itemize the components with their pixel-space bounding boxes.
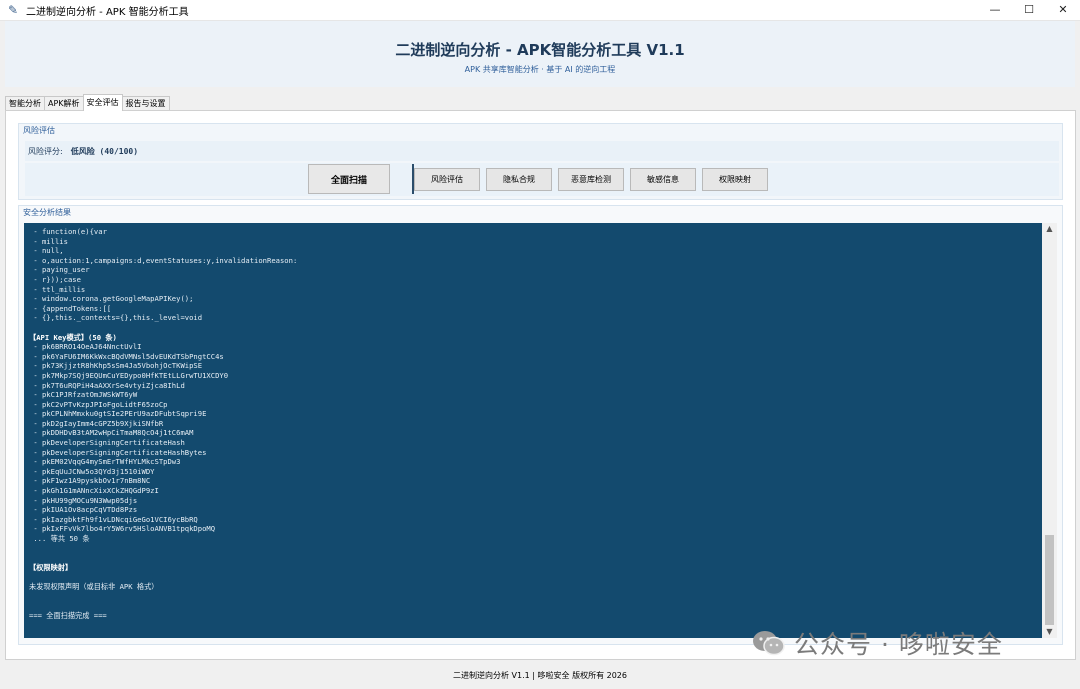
result-line: - pkDDHDvB3tAM2wHpCiTmaM8QcO4j1tC6mAM (29, 428, 194, 438)
result-line: ... 等共 50 条 (29, 534, 90, 543)
result-line: - {},this._contexts={},this._level=void (29, 313, 203, 323)
title-bar: ✎ 二进制逆向分析 - APK 智能分析工具 — ☐ ✕ (0, 0, 1080, 21)
results-textarea[interactable]: - function(e){var - millis - null, - o,a… (24, 223, 1042, 638)
result-line: - pkIUA1Ov8acpCqVTDd8Pzs (29, 505, 138, 515)
result-line: - o,auction:1,campaigns:d,eventStatuses:… (29, 255, 298, 265)
result-line: - pkHU99gMOCu9N3Wwp05djs (29, 495, 138, 505)
footer-copyright: 二进制逆向分析 V1.1 | 哆啦安全 版权所有 2026 (453, 671, 627, 680)
action-button-row: 全面扫描 风险评估 隐私合规 恶意库检测 敏感信息 权限映射 (25, 163, 1059, 196)
result-line: - function(e){var (29, 227, 107, 236)
result-line (29, 601, 297, 611)
result-line: - pkEM02VqqG4mySmErTWfHYLMkcSTpDw3 (29, 457, 181, 467)
result-line: 【API Key模式】(50 条) (29, 332, 117, 342)
result-line (29, 572, 297, 582)
risk-eval-button[interactable]: 风险评估 (414, 168, 480, 191)
window-title: 二进制逆向分析 - APK 智能分析工具 (26, 6, 189, 18)
result-line: - pkD2gIayImm4cGPZ5b9XjkiSNfbR (29, 418, 164, 428)
privacy-compliance-button[interactable]: 隐私合规 (486, 168, 552, 191)
scroll-down-icon[interactable]: ▼ (1042, 626, 1057, 638)
window-controls: — ☐ ✕ (978, 0, 1080, 20)
maximize-button[interactable]: ☐ (1012, 0, 1046, 20)
watermark-text: 公众号 · 哆啦安全 (794, 630, 1003, 659)
feather-icon: ✎ (7, 3, 19, 17)
scroll-up-icon[interactable]: ▲ (1042, 223, 1057, 235)
tab-security-eval[interactable]: 安全评估 (82, 94, 123, 111)
result-line: - pkC2vPTvKzpJPIoFgoLidtF65zoCp (29, 399, 168, 409)
result-line: 【权限映射】 (29, 562, 73, 572)
result-line: 未发现权限声明（或目标非 APK 格式） (29, 581, 159, 591)
result-line: - pkCPLNhMmxku0gtSIe2PErU9azDFubtSqpri9E (29, 409, 207, 419)
result-line: - pkIxFFvVk7lbo4rY5W6rv5HSloANVB1tpqkDpo… (29, 524, 216, 534)
result-line: - pkIazgbktFh9f1vLDNcqiGeGo1VCI6ycBbRQ (29, 514, 198, 524)
risk-group: 风险评估 风险评分: 低风险 (40/100) 全面扫描 风险评估 隐私合规 恶… (18, 123, 1063, 200)
results-group: 安全分析结果 - function(e){var - millis - null… (18, 205, 1063, 645)
result-line: - {appendTokens:[[ (29, 303, 112, 313)
result-line (29, 592, 297, 602)
results-group-title: 安全分析结果 (23, 208, 71, 217)
result-line: - pkDeveloperSigningCertificateHash (29, 438, 185, 448)
app-header: 二进制逆向分析 - APK智能分析工具 V1.1 APK 共享库智能分析 · 基… (5, 21, 1075, 87)
risk-group-title: 风险评估 (23, 126, 55, 135)
tab-smart-analysis[interactable]: 智能分析 (5, 96, 45, 111)
result-line: - pk6BRRO14OeAJ64NnctUvlI (29, 342, 142, 352)
malware-lib-detect-button[interactable]: 恶意库检测 (558, 168, 624, 191)
result-line: - paying_user (29, 265, 90, 275)
risk-score-label: 风险评分: (28, 146, 63, 156)
result-line (29, 553, 297, 563)
result-line: - pk7T6uRQPiH4aAXXrSe4vtyiZjca8IhLd (29, 380, 185, 390)
full-scan-button[interactable]: 全面扫描 (308, 164, 390, 194)
security-eval-panel: 风险评估 风险评分: 低风险 (40/100) 全面扫描 风险评估 隐私合规 恶… (5, 110, 1076, 660)
watermark: 公众号 · 哆啦安全 (752, 625, 1003, 661)
result-line: - pkDeveloperSigningCertificateHashBytes (29, 447, 207, 457)
result-line: - r}));case (29, 274, 81, 284)
result-line (29, 323, 297, 333)
minimize-button[interactable]: — (978, 0, 1012, 20)
result-line: - pkEqUuJCNw5o3QYd3j1510iWDY (29, 466, 155, 476)
close-button[interactable]: ✕ (1046, 0, 1080, 20)
result-line: - pkC1PJRfzatOmJWSkWT6yW (29, 390, 138, 400)
permission-mapping-button[interactable]: 权限映射 (702, 168, 768, 191)
results-scrollbar[interactable]: ▲ ▼ (1042, 223, 1057, 638)
result-line: - pkF1wz1A9pyskbOv1r7nBm8NC (29, 476, 151, 486)
result-line: - pk7Mkp7SQj9EQUmCuYEDypo0HfKTEtLLGrwTU1… (29, 370, 229, 380)
sensitive-info-button[interactable]: 敏感信息 (630, 168, 696, 191)
app-title: 二进制逆向分析 - APK智能分析工具 V1.1 (395, 41, 685, 59)
result-line: - pkGh1G1mANncXixXCkZHQGdP9zI (29, 486, 159, 496)
result-line: - ttl_millis (29, 284, 86, 294)
risk-score-value: 低风险 (40/100) (70, 146, 139, 156)
risk-score-row: 风险评分: 低风险 (40/100) (25, 141, 1059, 161)
tab-apk-parse[interactable]: APK解析 (44, 96, 84, 111)
tab-report-settings[interactable]: 报告与设置 (121, 96, 170, 111)
result-line: - window.corona.getGoogleMapAPIKey(); (29, 294, 194, 304)
result-line: === 全面扫描完成 === (29, 610, 107, 620)
result-line (29, 544, 297, 554)
scroll-thumb[interactable] (1045, 535, 1054, 625)
tab-bar: 智能分析 APK解析 安全评估 报告与设置 (5, 94, 170, 111)
result-line: - pk6YaFU6IM6KkWxcBQdVMNsl5dvEUKdTSbPngt… (29, 351, 224, 361)
result-line: - pk73KjjztR8hKhp5sSm4Ja5VbohjOcTKWipSE (29, 361, 203, 371)
result-line: - millis (29, 236, 68, 246)
wechat-icon (752, 629, 786, 657)
result-line: - null, (29, 246, 64, 256)
app-subtitle: APK 共享库智能分析 · 基于 AI 的逆向工程 (464, 65, 616, 74)
results-lines: - function(e){var - millis - null, - o,a… (29, 227, 297, 620)
